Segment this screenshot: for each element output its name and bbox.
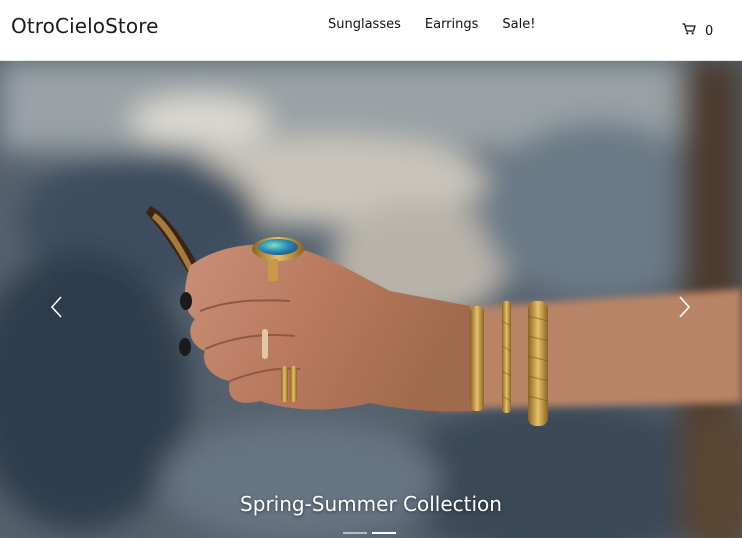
slide-dot-2[interactable]	[372, 532, 396, 534]
slide-caption: Spring-Summer Collection	[240, 492, 502, 516]
nav-link-sale[interactable]: Sale!	[502, 17, 535, 32]
hero-image	[0, 61, 742, 538]
chevron-right-icon	[678, 295, 692, 324]
hero-slider: Spring-Summer Collection	[0, 61, 742, 538]
slide-dot-1[interactable]	[343, 532, 367, 534]
slider-next-button[interactable]	[673, 294, 697, 324]
nav-link-earrings[interactable]: Earrings	[425, 17, 479, 32]
cart-count: 0	[705, 23, 714, 39]
site-header: OtroCieloStore Sunglasses Earrings Sale!…	[0, 0, 742, 61]
nav-link-sunglasses[interactable]: Sunglasses	[328, 17, 401, 32]
cart-icon	[682, 22, 696, 40]
chevron-left-icon	[49, 295, 63, 324]
cart-button[interactable]: 0	[682, 22, 713, 40]
slider-prev-button[interactable]	[44, 294, 68, 324]
slider-pagination	[343, 532, 396, 534]
store-logo[interactable]: OtroCieloStore	[11, 14, 158, 38]
main-nav: Sunglasses Earrings Sale!	[328, 17, 559, 32]
